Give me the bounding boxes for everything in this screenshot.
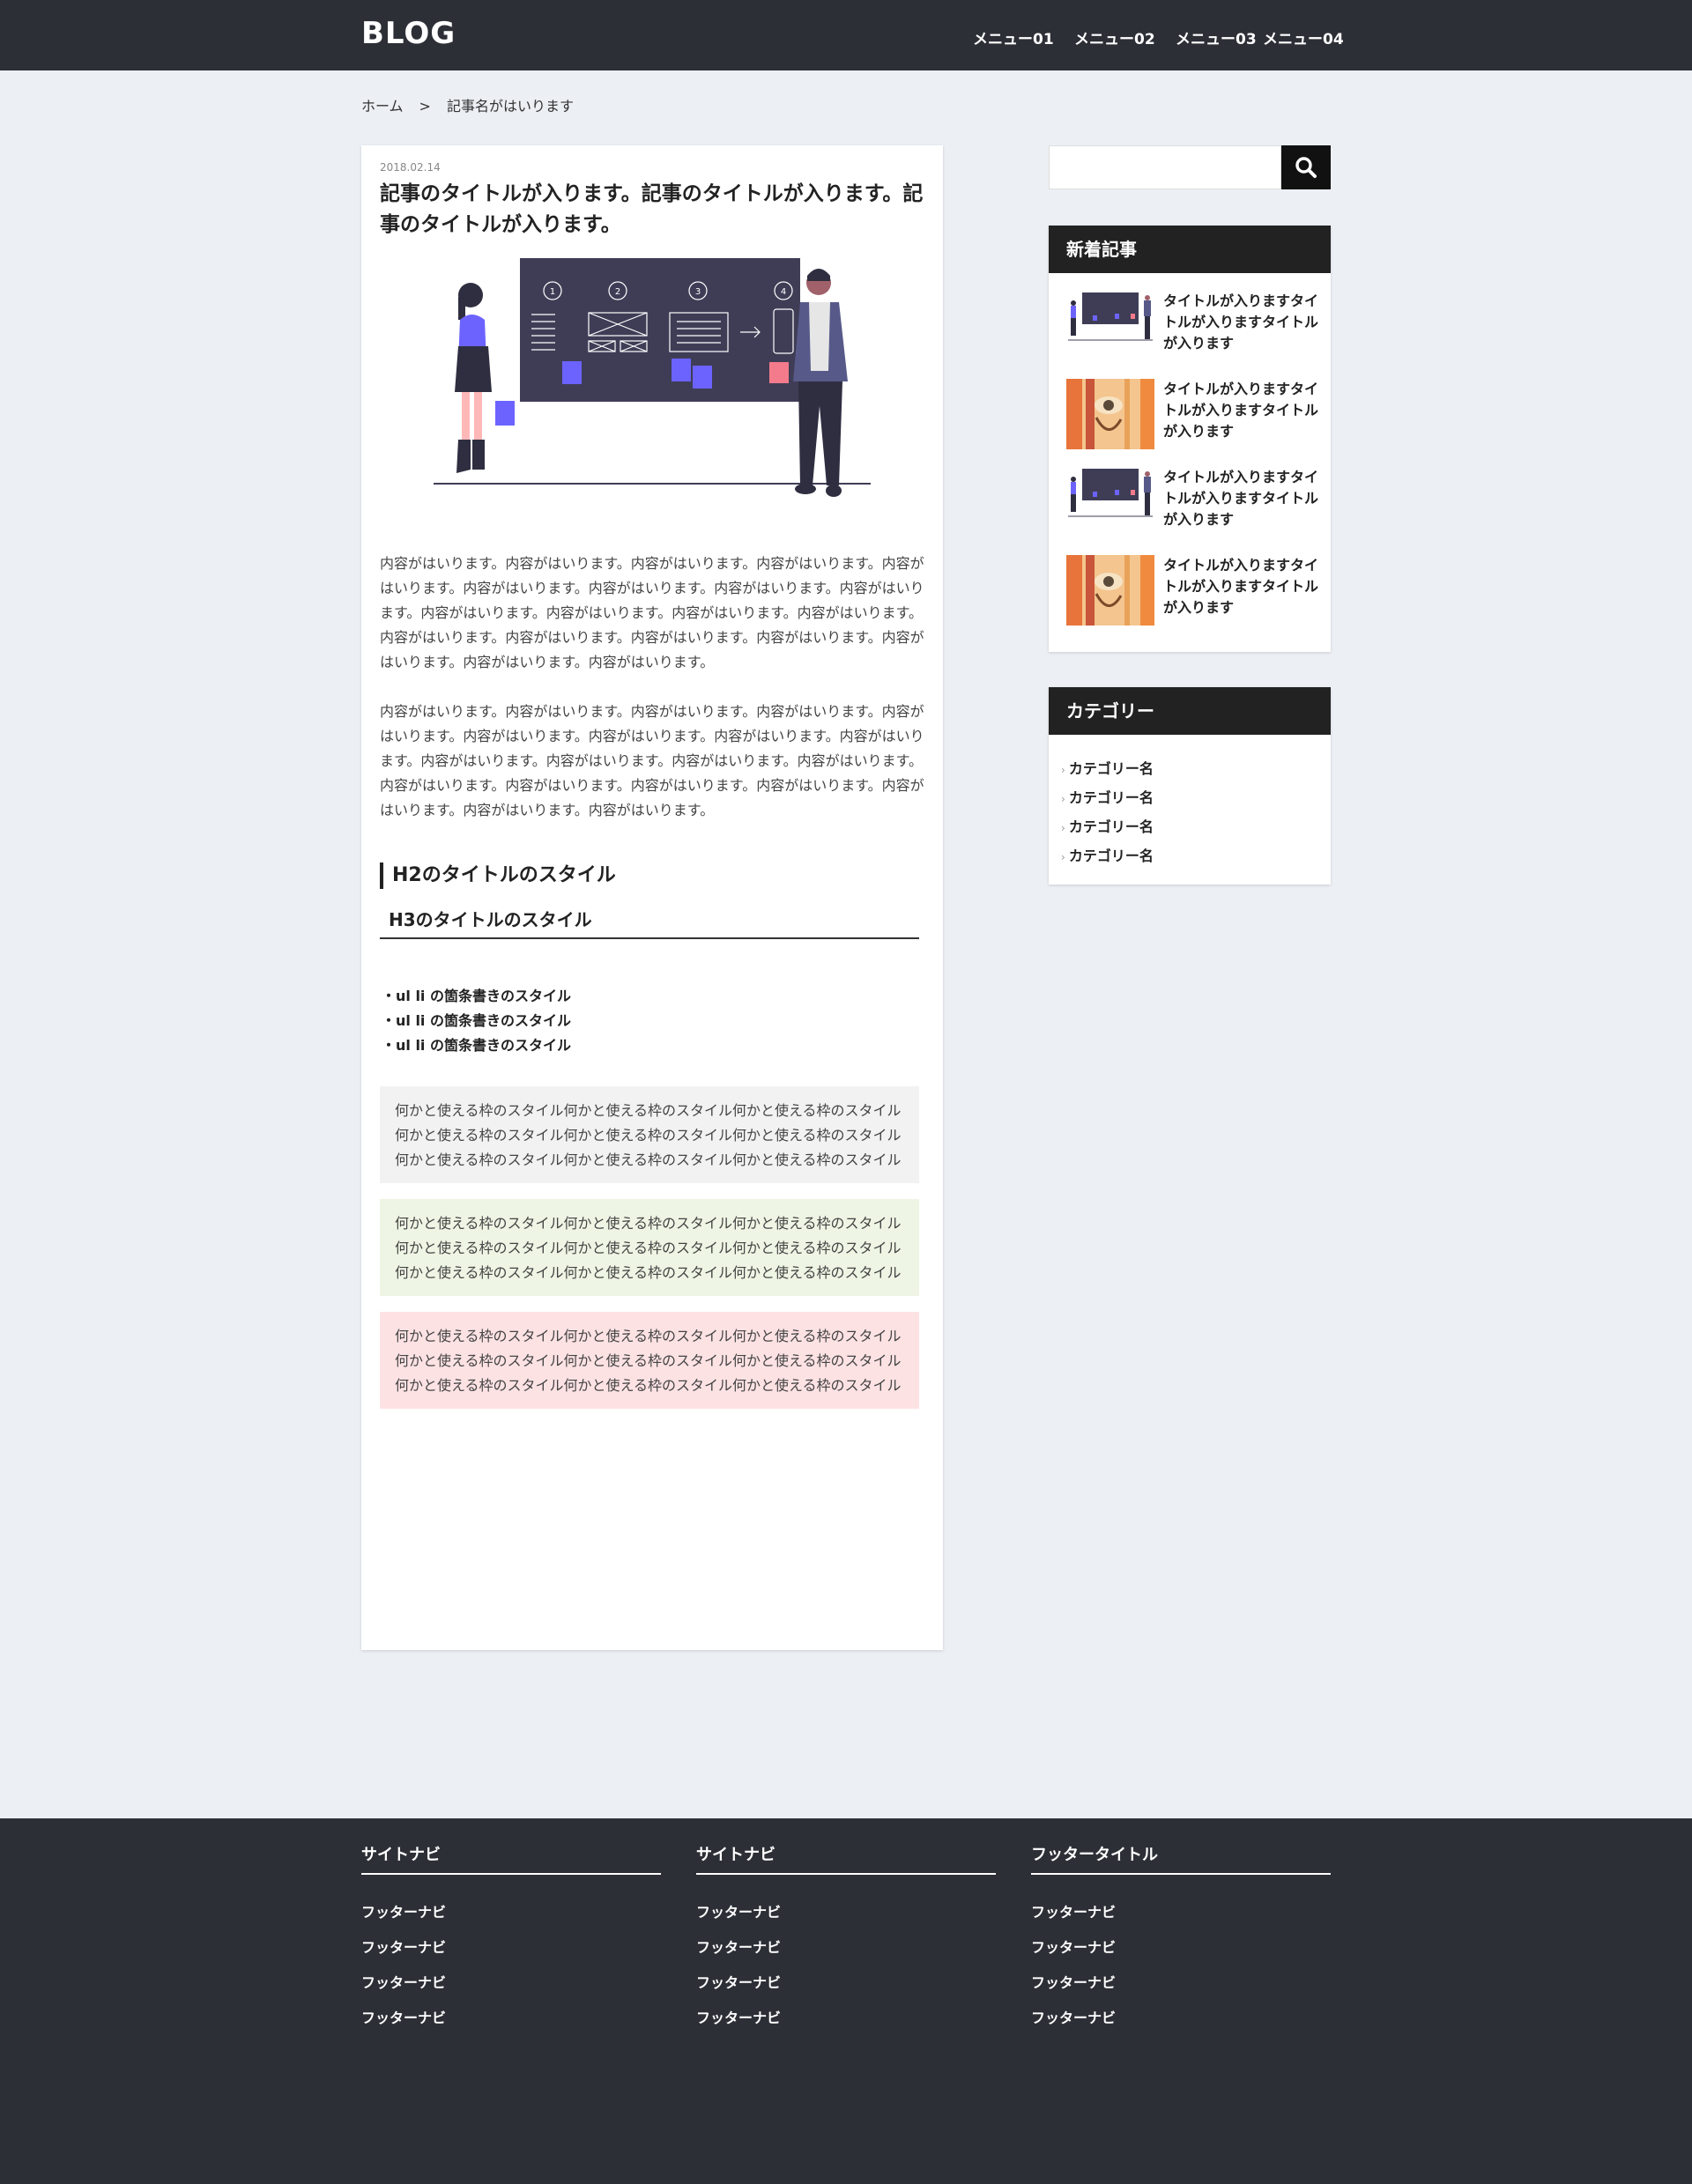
footer-link[interactable]: フッターナビ <box>696 2001 996 2036</box>
recent-post-title: タイトルが入りますタイトルが入りますタイトルが入ります <box>1163 292 1319 352</box>
footer-link[interactable]: フッターナビ <box>1031 1966 1331 2001</box>
site-footer: サイトナビ フッターナビ フッターナビ フッターナビ フッターナビ サイトナビ … <box>0 1818 1692 2184</box>
article-paragraph: 内容がはいります。内容がはいります。内容がはいります。内容がはいります。内容がは… <box>380 555 924 670</box>
category-item[interactable]: › カテゴリー名 <box>1061 755 1154 784</box>
category-label: カテゴリー名 <box>1068 818 1154 835</box>
hero-step-4: 4 <box>781 287 786 297</box>
article-date: 2018.02.14 <box>380 161 441 174</box>
recent-post-title: タイトルが入りますタイトルが入りますタイトルが入ります <box>1163 557 1319 616</box>
article-card: 2018.02.14 記事のタイトルが入ります。記事のタイトルが入ります。記事の… <box>361 145 943 1650</box>
search-input[interactable] <box>1049 145 1281 189</box>
hero-illustration: 1 2 3 4 <box>434 258 871 497</box>
footer-link[interactable]: フッターナビ <box>361 1930 661 1966</box>
category-item[interactable]: › カテゴリー名 <box>1061 784 1154 813</box>
chevron-right-icon: › <box>1061 851 1065 863</box>
nav-menu-04[interactable]: メニュー04 <box>1263 26 1344 48</box>
hero-step-3: 3 <box>695 287 701 297</box>
category-label: カテゴリー名 <box>1068 789 1154 806</box>
article-title: 記事のタイトルが入ります。記事のタイトルが入ります。記事のタイトルが入ります。 <box>380 182 924 236</box>
info-box-red: 何かと使える枠のスタイル何かと使える枠のスタイル何かと使える枠のスタイル何かと使… <box>380 1312 919 1409</box>
recent-post-item[interactable]: タイトルが入りますタイトルが入りますタイトルが入ります <box>1066 379 1322 449</box>
recent-posts-heading: 新着記事 <box>1049 226 1331 273</box>
search-form <box>1049 145 1331 189</box>
category-list: › カテゴリー名 › カテゴリー名 › カテゴリー名 › カテゴリー名 <box>1061 755 1154 871</box>
footer-link[interactable]: フッターナビ <box>1031 2001 1331 2036</box>
recent-posts-widget: 新着記事 タイトルが入りますタイトルが入りますタイトルが入ります タイトルが入り… <box>1049 226 1331 652</box>
list-item: ・ul li の箇条書きのスタイル <box>382 988 571 1004</box>
info-box-green: 何かと使える枠のスタイル何かと使える枠のスタイル何かと使える枠のスタイル何かと使… <box>380 1199 919 1296</box>
category-label: カテゴリー名 <box>1068 760 1154 777</box>
breadcrumb: ホーム > 記事名がはいります <box>361 94 574 115</box>
footer-column-title: サイトナビ <box>361 1845 661 1875</box>
hero-step-1: 1 <box>550 287 555 297</box>
main-nav: メニュー01 メニュー02 メニュー03 メニュー04 <box>973 26 1344 48</box>
footer-column: フッタータイトル フッターナビ フッターナビ フッターナビ フッターナビ <box>1031 1845 1331 2036</box>
article-h3: H3のタイトルのスタイル <box>380 907 919 939</box>
article-h2: H2のタイトルのスタイル <box>380 862 921 889</box>
info-box-gray: 何かと使える枠のスタイル何かと使える枠のスタイル何かと使える枠のスタイル何かと使… <box>380 1086 919 1183</box>
footer-link[interactable]: フッターナビ <box>361 2001 661 2036</box>
category-heading: カテゴリー <box>1049 687 1331 735</box>
footer-link[interactable]: フッターナビ <box>696 1895 996 1930</box>
breadcrumb-home[interactable]: ホーム <box>361 98 404 115</box>
footer-column-title: フッタータイトル <box>1031 1845 1331 1875</box>
category-widget: カテゴリー › カテゴリー名 › カテゴリー名 › カテゴリー名 › カテゴリー名 <box>1049 687 1331 885</box>
post-thumbnail-presentation <box>1066 467 1154 537</box>
list-item: ・ul li の箇条書きのスタイル <box>382 1012 571 1029</box>
chevron-right-icon: › <box>1061 822 1065 834</box>
post-thumbnail-presentation <box>1066 291 1154 361</box>
search-button[interactable] <box>1281 145 1331 189</box>
post-thumbnail-illustration <box>1066 555 1154 626</box>
search-icon <box>1295 157 1317 178</box>
list-item: ・ul li の箇条書きのスタイル <box>382 1037 571 1054</box>
footer-link[interactable]: フッターナビ <box>361 1966 661 2001</box>
site-header: BLOG メニュー01 メニュー02 メニュー03 メニュー04 <box>0 0 1692 70</box>
post-thumbnail-illustration <box>1066 379 1154 449</box>
category-label: カテゴリー名 <box>1068 848 1154 864</box>
recent-post-title: タイトルが入りますタイトルが入りますタイトルが入ります <box>1163 381 1319 440</box>
recent-post-title: タイトルが入りますタイトルが入りますタイトルが入ります <box>1163 469 1319 528</box>
footer-column-title: サイトナビ <box>696 1845 996 1875</box>
category-item[interactable]: › カテゴリー名 <box>1061 813 1154 842</box>
footer-link[interactable]: フッターナビ <box>361 1895 661 1930</box>
recent-post-item[interactable]: タイトルが入りますタイトルが入りますタイトルが入ります <box>1066 467 1322 537</box>
article-paragraph: 内容がはいります。内容がはいります。内容がはいります。内容がはいります。内容がは… <box>380 703 924 818</box>
breadcrumb-separator: > <box>419 98 431 115</box>
article-bullet-list: ・ul li の箇条書きのスタイル ・ul li の箇条書きのスタイル ・ul … <box>382 984 571 1058</box>
nav-menu-02[interactable]: メニュー02 <box>1074 26 1176 48</box>
breadcrumb-current: 記事名がはいります <box>446 98 574 115</box>
footer-column: サイトナビ フッターナビ フッターナビ フッターナビ フッターナビ <box>696 1845 996 2036</box>
chevron-right-icon: › <box>1061 764 1065 776</box>
category-item[interactable]: › カテゴリー名 <box>1061 842 1154 871</box>
site-logo[interactable]: BLOG <box>361 16 456 51</box>
footer-link[interactable]: フッターナビ <box>696 1966 996 2001</box>
chevron-right-icon: › <box>1061 793 1065 805</box>
hero-step-2: 2 <box>615 287 620 297</box>
footer-link[interactable]: フッターナビ <box>1031 1895 1331 1930</box>
nav-menu-01[interactable]: メニュー01 <box>973 26 1074 48</box>
footer-link[interactable]: フッターナビ <box>1031 1930 1331 1966</box>
nav-menu-03[interactable]: メニュー03 <box>1176 26 1263 48</box>
recent-post-item[interactable]: タイトルが入りますタイトルが入りますタイトルが入ります <box>1066 291 1322 361</box>
footer-link[interactable]: フッターナビ <box>696 1930 996 1966</box>
footer-column: サイトナビ フッターナビ フッターナビ フッターナビ フッターナビ <box>361 1845 661 2036</box>
recent-post-item[interactable]: タイトルが入りますタイトルが入りますタイトルが入ります <box>1066 555 1322 626</box>
